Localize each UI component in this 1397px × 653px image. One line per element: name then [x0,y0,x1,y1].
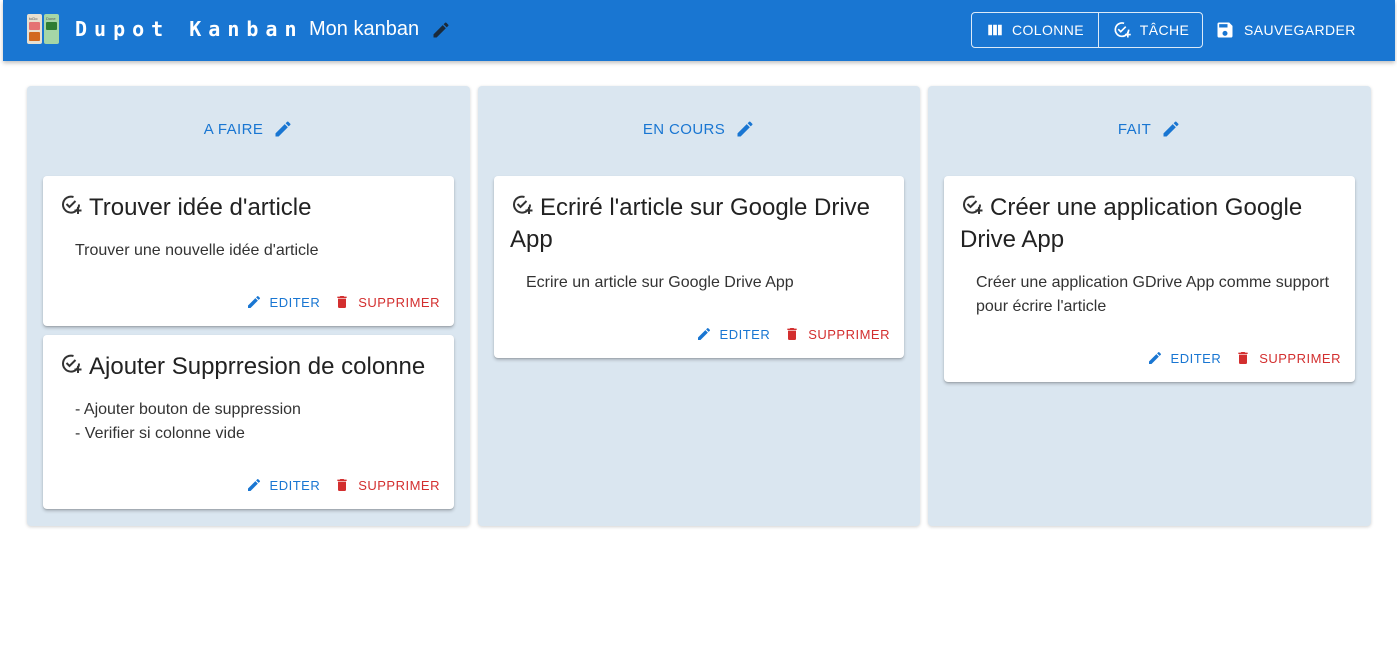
task-description: Trouver une nouvelle idée d'article [75,242,319,259]
task-actions: EDITER SUPPRIMER [1147,350,1341,366]
add-task-label: TÂCHE [1139,22,1190,38]
trash-icon [787,328,797,340]
save-button[interactable]: SAUVEGARDER [1215,12,1356,48]
task-check-icon [62,195,82,214]
column-title: FAIT [1117,120,1152,138]
task-description: Créer une application GDrive App comme s… [976,274,1330,315]
edit-task-button[interactable]: EDITER [246,477,321,493]
save-icon [1217,22,1233,38]
task-title: Trouver idée d'article [89,194,312,221]
delete-task-button[interactable]: SUPPRIMER [784,326,890,342]
task-card[interactable]: Trouver idée d'article Trouver une nouve… [43,176,454,326]
trash-icon [1238,352,1248,364]
edit-column-icon[interactable] [273,119,293,139]
add-task-icon [1114,22,1131,38]
task-actions: EDITER SUPPRIMER [246,294,440,310]
add-task-button[interactable]: TÂCHE [1099,13,1202,47]
app-brand: Dupot Kanban [75,17,304,41]
task-title-row: Ajouter Supprresion de colonne [59,351,440,383]
kanban-column-in-progress: EN COURS Ecriré l'article sur Google Dri… [478,86,920,526]
task-actions: EDITER SUPPRIMER [246,477,440,493]
app-logo: toDo Done [27,14,59,44]
edit-column-icon[interactable] [735,119,755,139]
task-description: Ecrire un article sur Google Drive App [526,274,794,291]
edit-label: EDITER [269,294,321,310]
delete-label: SUPPRIMER [358,477,440,493]
task-description: - Ajouter bouton de suppression - Verifi… [75,401,301,442]
pencil-icon [247,295,260,308]
delete-label: SUPPRIMER [808,326,890,342]
delete-label: SUPPRIMER [358,294,440,310]
column-header-todo[interactable]: A FAIRE [27,119,470,139]
task-title: Ecriré l'article sur Google Drive App [510,194,871,253]
logo-todo-tag: toDo [29,16,38,21]
task-check-icon [513,195,533,214]
edit-label: EDITER [719,326,771,342]
pencil-icon [1148,351,1161,364]
task-actions: EDITER SUPPRIMER [696,326,890,342]
task-title: Ajouter Supprresion de colonne [89,353,426,380]
task-card[interactable]: Ecriré l'article sur Google Drive App Ec… [494,176,904,358]
add-button-group: COLONNE TÂCHE [971,12,1203,48]
kanban-column-todo: A FAIRE Trouver idée d'article Trouver u… [27,86,470,526]
task-title-row: Ecriré l'article sur Google Drive App [510,192,890,256]
delete-task-button[interactable]: SUPPRIMER [334,477,440,493]
edit-column-icon[interactable] [1161,119,1181,139]
app-bar: toDo Done Dupot Kanban Mon kanban COLONN… [3,0,1395,61]
edit-task-button[interactable]: EDITER [246,294,321,310]
task-check-icon [963,195,983,214]
pencil-icon [247,478,260,491]
save-label: SAUVEGARDER [1244,22,1356,38]
task-card[interactable]: Créer une application Google Drive App C… [944,176,1355,382]
delete-task-button[interactable]: SUPPRIMER [1235,350,1341,366]
delete-label: SUPPRIMER [1259,350,1341,366]
task-title: Créer une application Google Drive App [960,194,1303,253]
edit-task-button[interactable]: EDITER [1147,350,1222,366]
column-header-done[interactable]: FAIT [928,119,1371,139]
edit-label: EDITER [1170,350,1222,366]
task-check-icon [62,354,82,373]
board-title: Mon kanban [309,18,420,40]
task-title-row: Créer une application Google Drive App [960,192,1341,256]
trash-icon [337,479,347,491]
column-title: A FAIRE [203,120,264,138]
add-column-button[interactable]: COLONNE [972,13,1099,47]
edit-task-button[interactable]: EDITER [696,326,771,342]
column-header-in-progress[interactable]: EN COURS [478,119,920,139]
pencil-icon [697,327,710,340]
column-title: EN COURS [642,120,726,138]
logo-done-tag: Done [46,16,56,21]
add-column-label: COLONNE [1011,22,1085,38]
task-card[interactable]: Ajouter Supprresion de colonne - Ajouter… [43,335,454,509]
view-column-icon [988,24,1002,36]
kanban-column-done: FAIT Créer une application Google Drive … [928,86,1371,526]
trash-icon [337,296,347,308]
task-title-row: Trouver idée d'article [59,192,440,224]
edit-board-name-icon[interactable] [431,20,451,40]
edit-label: EDITER [269,477,321,493]
delete-task-button[interactable]: SUPPRIMER [334,294,440,310]
